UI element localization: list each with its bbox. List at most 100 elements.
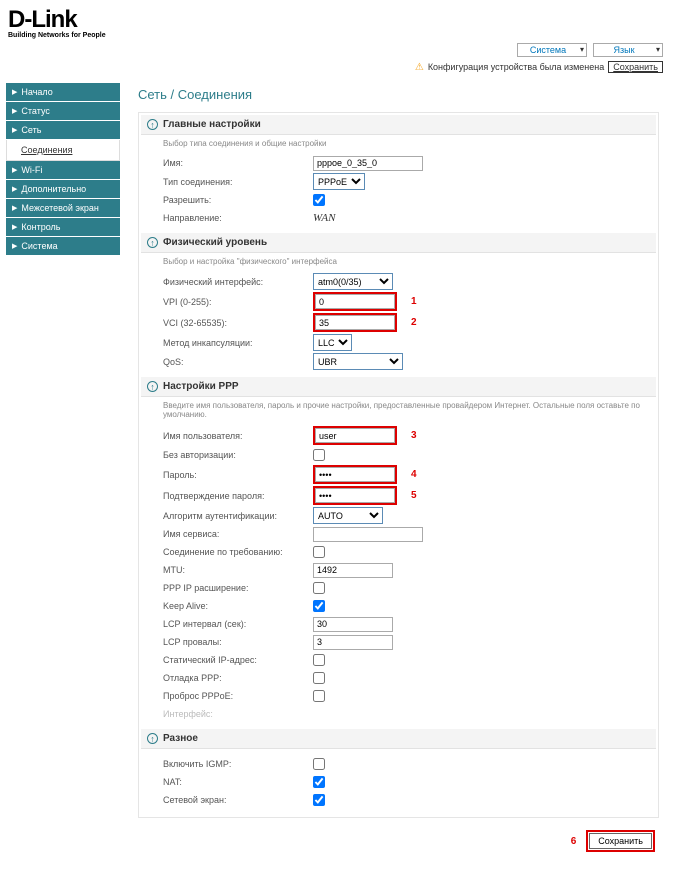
password2-label: Подтверждение пароля:	[163, 491, 313, 501]
fw-label: Сетевой экран:	[163, 795, 313, 805]
section-header: ↑ Главные настройки	[141, 115, 656, 135]
vpi-label: VPI (0-255):	[163, 297, 313, 307]
service-label: Имя сервиса:	[163, 529, 313, 539]
vpi-input[interactable]	[315, 294, 395, 309]
collapse-icon[interactable]: ↑	[147, 381, 158, 392]
noauth-label: Без авторизации:	[163, 450, 313, 460]
mtu-label: MTU:	[163, 565, 313, 575]
section-title: Главные настройки	[163, 119, 261, 130]
password2-input[interactable]	[315, 488, 395, 503]
password-label: Пароль:	[163, 470, 313, 480]
nav-wifi[interactable]: ▶Wi-Fi	[6, 161, 120, 180]
save-button[interactable]: Сохранить	[589, 833, 652, 849]
keepalive-checkbox[interactable]	[313, 600, 325, 612]
section-misc: ↑ Разное Включить IGMP: NAT: Сетевой экр…	[141, 729, 656, 815]
service-input[interactable]	[313, 527, 423, 542]
section-desc: Введите имя пользователя, пароль и прочи…	[141, 397, 656, 425]
logo-main: D-Link	[8, 6, 665, 34]
section-header: ↑ Настройки PPP	[141, 377, 656, 397]
iface2-label: Интерфейс:	[163, 709, 313, 719]
lcpfail-label: LCP провалы:	[163, 637, 313, 647]
nav-sub-connections[interactable]: Соединения	[6, 140, 120, 161]
section-title: Физический уровень	[163, 237, 267, 248]
collapse-icon[interactable]: ↑	[147, 237, 158, 248]
direction-value: WAN	[313, 212, 335, 224]
topbar: Система Язык	[0, 41, 673, 59]
debug-checkbox[interactable]	[313, 672, 325, 684]
lcpint-label: LCP интервал (сек):	[163, 619, 313, 629]
encaps-label: Метод инкапсуляции:	[163, 338, 313, 348]
arrow-icon: ▶	[12, 204, 17, 212]
username-input[interactable]	[315, 428, 395, 443]
nav-label: Сеть	[21, 125, 41, 135]
annotation-1: 1	[411, 296, 417, 307]
staticip-label: Статический IP-адрес:	[163, 655, 313, 665]
notice-bar: ⚠ Конфигурация устройства была изменена …	[0, 59, 673, 79]
nav-status[interactable]: ▶ Статус	[6, 102, 120, 121]
vci-label: VCI (32-65535):	[163, 318, 313, 328]
arrow-icon: ▶	[12, 126, 17, 134]
logo: D-Link Building Networks for People	[8, 6, 665, 39]
lcpfail-input[interactable]	[313, 635, 393, 650]
footer-actions: 6 Сохранить	[138, 818, 659, 856]
notice-text: Конфигурация устройства была изменена	[428, 62, 604, 72]
arrow-icon: ▶	[12, 166, 17, 174]
nav-label: Дополнительно	[21, 184, 86, 194]
collapse-icon[interactable]: ↑	[147, 119, 158, 130]
section-title: Настройки PPP	[163, 381, 239, 392]
arrow-icon: ▶	[12, 88, 17, 96]
ondemand-checkbox[interactable]	[313, 546, 325, 558]
igmp-checkbox[interactable]	[313, 758, 325, 770]
system-dropdown[interactable]: Система	[517, 43, 587, 57]
lcpint-input[interactable]	[313, 617, 393, 632]
arrow-icon: ▶	[12, 107, 17, 115]
qos-select[interactable]: UBR	[313, 353, 403, 370]
noauth-checkbox[interactable]	[313, 449, 325, 461]
section-desc: Выбор типа соединения и общие настройки	[141, 135, 656, 154]
staticip-checkbox[interactable]	[313, 654, 325, 666]
auth-select[interactable]: AUTO	[313, 507, 383, 524]
nav-control[interactable]: ▶Контроль	[6, 218, 120, 237]
main-panel: Сеть / Соединения ↑ Главные настройки Вы…	[124, 79, 673, 870]
save-link-top[interactable]: Сохранить	[608, 61, 663, 73]
keepalive-label: Keep Alive:	[163, 601, 313, 611]
fw-checkbox[interactable]	[313, 794, 325, 806]
nav-label: Контроль	[21, 222, 60, 232]
annotation-4: 4	[411, 469, 417, 480]
passthru-label: Проброс PPPoE:	[163, 691, 313, 701]
password-input[interactable]	[315, 467, 395, 482]
section-ppp: ↑ Настройки PPP Введите имя пользователя…	[141, 377, 656, 729]
section-header: ↑ Физический уровень	[141, 233, 656, 253]
nav-system[interactable]: ▶Система	[6, 237, 120, 256]
annotation-3: 3	[411, 430, 417, 441]
name-label: Имя:	[163, 158, 313, 168]
encaps-select[interactable]: LLC	[313, 334, 352, 351]
arrow-icon: ▶	[12, 242, 17, 250]
auth-label: Алгоритм аутентификации:	[163, 511, 313, 521]
iface-label: Физический интерфейс:	[163, 277, 313, 287]
name-input[interactable]	[313, 156, 423, 171]
vci-input[interactable]	[315, 315, 395, 330]
passthru-checkbox[interactable]	[313, 690, 325, 702]
nat-checkbox[interactable]	[313, 776, 325, 788]
annotation-5: 5	[411, 490, 417, 501]
type-select[interactable]: PPPoE	[313, 173, 365, 190]
nav-firewall[interactable]: ▶Межсетевой экран	[6, 199, 120, 218]
nav-label: Статус	[21, 106, 49, 116]
arrow-icon: ▶	[12, 185, 17, 193]
nav-advanced[interactable]: ▶ Дополнительно	[6, 180, 120, 199]
iface-select[interactable]: atm0(0/35)	[313, 273, 393, 290]
nav-start[interactable]: ▶ Начало	[6, 83, 120, 102]
igmp-label: Включить IGMP:	[163, 759, 313, 769]
logo-sub: Building Networks for People	[8, 32, 665, 39]
nav-label: Начало	[21, 87, 52, 97]
annotation-2: 2	[411, 317, 417, 328]
breadcrumb: Сеть / Соединения	[138, 87, 659, 102]
nav-network[interactable]: ▶ Сеть	[6, 121, 120, 140]
language-dropdown[interactable]: Язык	[593, 43, 663, 57]
section-main: ↑ Главные настройки Выбор типа соединени…	[141, 115, 656, 233]
mtu-input[interactable]	[313, 563, 393, 578]
allow-checkbox[interactable]	[313, 194, 325, 206]
ondemand-label: Соединение по требованию:	[163, 547, 313, 557]
pppip-checkbox[interactable]	[313, 582, 325, 594]
